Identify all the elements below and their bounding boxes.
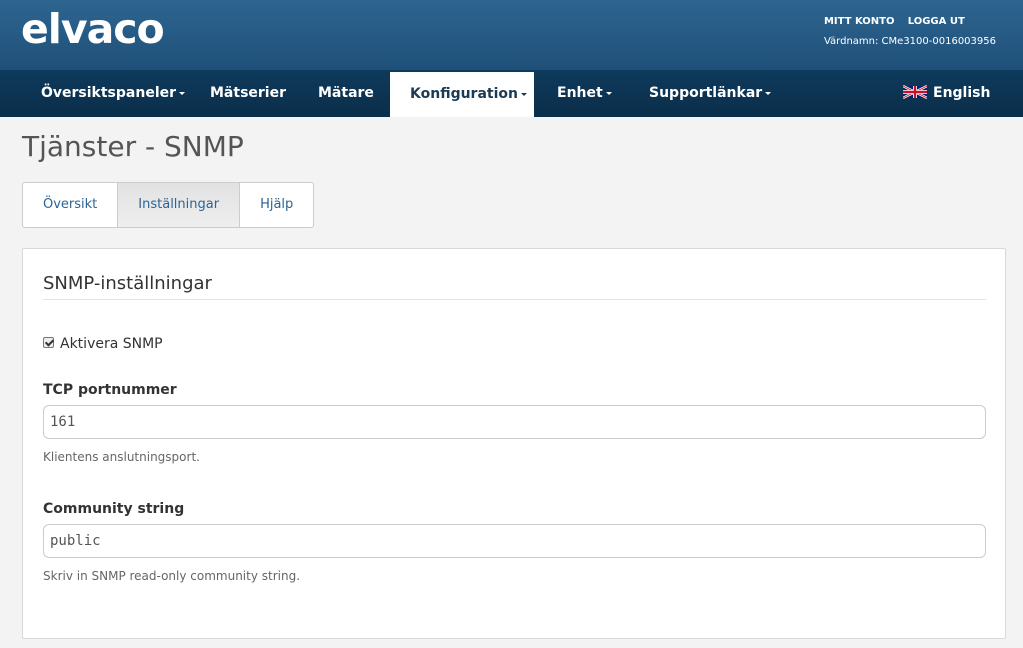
nav-label: Enhet xyxy=(557,85,603,101)
nav-supportlankar[interactable]: Supportlänkar xyxy=(629,70,791,117)
logo-text: elvaco xyxy=(21,5,165,53)
nav-enhet[interactable]: Enhet xyxy=(537,70,632,117)
divider xyxy=(43,299,986,300)
nav-matare[interactable]: Mätare xyxy=(298,70,394,117)
tcp-port-label: TCP portnummer xyxy=(43,382,177,398)
tab-installningar[interactable]: Inställningar xyxy=(118,183,241,227)
nav-matserier[interactable]: Mätserier xyxy=(190,70,306,117)
tab-oversikt[interactable]: Översikt xyxy=(23,183,119,227)
header: elvaco MITT KONTO LOGGA UT Värdnamn: CMe… xyxy=(0,0,1023,70)
caret-down-icon xyxy=(179,91,186,95)
language-switch[interactable]: English xyxy=(883,70,1010,117)
community-string-label: Community string xyxy=(43,501,185,517)
caret-down-icon xyxy=(605,91,612,95)
enable-snmp-label[interactable]: Aktivera SNMP xyxy=(60,336,163,352)
nav-konfiguration[interactable]: Konfiguration xyxy=(390,72,534,117)
page-tabs: Översikt Inställningar Hjälp xyxy=(22,182,315,228)
nav-label: Översiktspaneler xyxy=(41,85,177,101)
page-title: Tjänster - SNMP xyxy=(22,130,244,163)
community-string-help: Skriv in SNMP read-only community string… xyxy=(43,569,301,583)
caret-down-icon xyxy=(520,92,527,96)
nav-label: Konfiguration xyxy=(410,86,518,102)
tcp-port-help: Klientens anslutningsport. xyxy=(43,450,200,464)
enable-snmp-row: Aktivera SNMP xyxy=(43,336,163,352)
logout-link[interactable]: LOGGA UT xyxy=(908,16,965,27)
elvaco-logo[interactable]: elvaco xyxy=(21,5,165,53)
uk-flag-icon xyxy=(903,84,927,99)
tcp-port-input[interactable]: 161 xyxy=(43,405,986,439)
community-string-input[interactable]: public xyxy=(43,524,986,558)
my-account-link[interactable]: MITT KONTO xyxy=(824,16,895,27)
nav-label: Supportlänkar xyxy=(649,85,763,101)
nav-oversiktspaneler[interactable]: Översiktspaneler xyxy=(21,70,205,117)
hostname: Värdnamn: CMe3100-0016003956 xyxy=(823,36,996,47)
nav-label: Mätare xyxy=(318,85,374,101)
panel-title: SNMP-inställningar xyxy=(43,273,212,294)
language-label: English xyxy=(933,85,991,101)
snmp-settings-panel: SNMP-inställningar Aktivera SNMP TCP por… xyxy=(22,248,1006,639)
enable-snmp-checkbox[interactable] xyxy=(43,337,54,348)
nav-label: Mätserier xyxy=(210,85,287,101)
top-links: MITT KONTO LOGGA UT Värdnamn: CMe3100-00… xyxy=(824,12,996,52)
caret-down-icon xyxy=(765,91,772,95)
main-navbar: Översiktspaneler Mätserier Mätare Konfig… xyxy=(0,70,1023,117)
tab-hjalp[interactable]: Hjälp xyxy=(240,183,313,227)
